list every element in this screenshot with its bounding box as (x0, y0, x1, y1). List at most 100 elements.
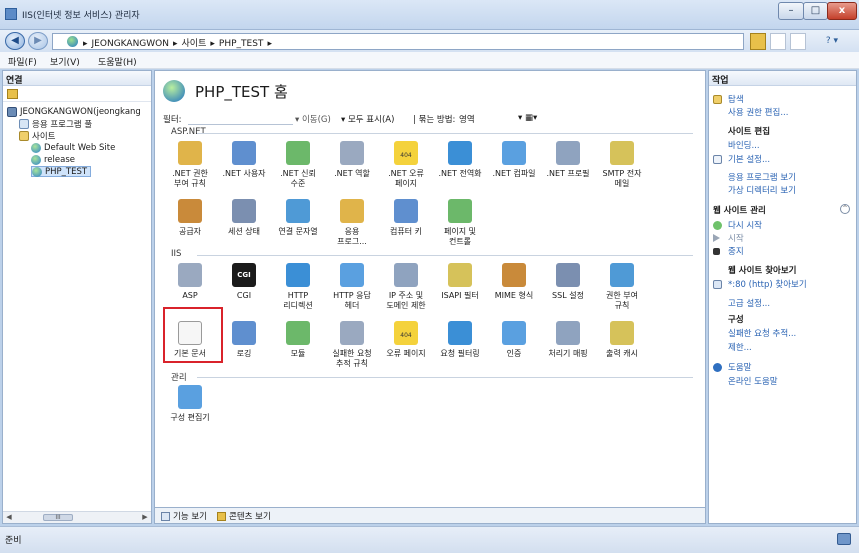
feature-icon (610, 321, 634, 345)
breadcrumb-item[interactable]: 사이트 (182, 39, 207, 49)
feature-item[interactable]: IP 주소 및 도메인 제한 (379, 263, 433, 311)
feature-item[interactable]: 요청 필터링 (433, 321, 487, 359)
feature-item[interactable]: .NET 신뢰 수준 (271, 141, 325, 189)
menu-help[interactable]: 도움말(H) (98, 55, 137, 68)
breadcrumb-separator-icon: ▸ (267, 39, 272, 49)
stop-icon[interactable] (770, 33, 786, 50)
feature-icon (394, 199, 418, 223)
scroll-right-icon[interactable]: ▶ (139, 512, 151, 523)
minimize-button[interactable]: – (778, 2, 804, 20)
breadcrumb-item[interactable]: JEONGKANGWON (92, 39, 169, 49)
scroll-left-icon[interactable]: ◀ (3, 512, 15, 523)
feature-label: 모듈 (290, 349, 306, 358)
breadcrumb-separator-icon: ▸ (210, 39, 215, 49)
feature-item[interactable]: 컴퓨터 키 (379, 199, 433, 237)
action-restart[interactable]: 다시 시작 (713, 219, 762, 231)
connect-icon[interactable] (750, 33, 766, 50)
filter-input[interactable] (188, 112, 293, 125)
action-browse-80[interactable]: *:80 (http) 찾아보기 (713, 278, 807, 290)
breadcrumb-item[interactable]: PHP_TEST (219, 39, 264, 49)
back-button[interactable]: ◀ (5, 32, 25, 50)
feature-item[interactable]: .NET 컴파일 (487, 141, 541, 179)
create-connection-icon[interactable] (7, 89, 18, 99)
feature-item[interactable]: 출력 캐시 (595, 321, 649, 359)
feature-item[interactable]: 페이지 및 컨트롤 (433, 199, 487, 247)
feature-item[interactable]: 로깅 (217, 321, 271, 359)
feature-item[interactable]: 인증 (487, 321, 541, 359)
feature-item[interactable]: .NET 사용자 (217, 141, 271, 179)
action-online-help[interactable]: 온라인 도움말 (728, 375, 778, 387)
action-edit-permissions[interactable]: 사용 권한 편집... (728, 106, 788, 118)
action-stop[interactable]: 중지 (713, 245, 744, 257)
feature-item[interactable]: .NET 프로필 (541, 141, 595, 179)
action-limits[interactable]: 제한... (728, 341, 752, 353)
feature-item[interactable]: 404 .NET 오류 페이지 (379, 141, 433, 189)
feature-item[interactable]: HTTP 리디렉션 (271, 263, 325, 311)
action-help[interactable]: 도움말 (713, 361, 751, 373)
feature-item[interactable]: 실패한 요청 추적 규칙 (325, 321, 379, 369)
feature-item[interactable]: 처리기 매핑 (541, 321, 595, 359)
close-button[interactable]: x (827, 2, 857, 20)
tree-item[interactable]: 응용 프로그램 풀 (19, 118, 92, 130)
view-mode-button[interactable]: ▾ ▦▾ (518, 113, 537, 123)
tree-item[interactable]: PHP_TEST (31, 166, 92, 177)
collapse-icon[interactable]: ^ (840, 204, 850, 214)
feature-item[interactable]: 모듈 (271, 321, 325, 359)
feature-item[interactable]: .NET 권한 부여 규칙 (163, 141, 217, 189)
home-icon[interactable] (790, 33, 806, 50)
tree-item[interactable]: release (31, 154, 75, 165)
feature-item[interactable]: .NET 역할 (325, 141, 379, 179)
horizontal-scrollbar[interactable]: ◀ III ▶ (3, 511, 151, 523)
help-dropdown-button[interactable]: ? ▾ (812, 33, 852, 50)
group-by-select[interactable]: 영역 (459, 113, 475, 125)
menu-file[interactable]: 파일(F) (8, 55, 37, 68)
tab-features-view[interactable]: 기능 보기 (161, 510, 207, 522)
tab-content-label: 콘텐츠 보기 (229, 512, 271, 522)
feature-item[interactable]: 응용 프로그... (325, 199, 379, 247)
action-start[interactable]: 시작 (713, 232, 744, 244)
features-view-icon (161, 511, 170, 521)
feature-item[interactable]: 공급자 (163, 199, 217, 237)
feature-item[interactable]: .NET 전역화 (433, 141, 487, 179)
group-by-label: | 묶는 방법: (413, 115, 456, 125)
show-all-button[interactable]: ▾ 모두 표시(A) (341, 113, 394, 125)
feature-label: 구성 편집기 (170, 413, 210, 422)
features-panel: PHP_TEST 홈 필터: ▾ 이동(G) ▾ 모두 표시(A) | 묶는 방… (154, 70, 706, 508)
tree-item[interactable]: 사이트 (19, 130, 55, 142)
feature-item[interactable]: SMTP 전자 메일 (595, 141, 649, 189)
site-icon (32, 166, 42, 177)
action-basic-settings[interactable]: 기본 설정... (713, 153, 770, 165)
feature-item[interactable]: 세션 상태 (217, 199, 271, 237)
settings-icon (713, 154, 722, 164)
feature-item[interactable]: CGI CGI (217, 263, 271, 301)
feature-item[interactable]: 연결 문자열 (271, 199, 325, 237)
section-header: ASP.NET (171, 127, 206, 137)
action-view-vdirs[interactable]: 가상 디렉터리 보기 (728, 184, 796, 196)
feature-item[interactable]: 구성 편집기 (163, 385, 217, 423)
tree-item[interactable]: JEONGKANGWON(jeongkang (7, 106, 141, 117)
feature-item[interactable]: 권한 부여 규칙 (595, 263, 649, 311)
forward-button[interactable]: ▶ (28, 32, 48, 50)
feature-item[interactable]: HTTP 응답 헤더 (325, 263, 379, 311)
action-view-apps[interactable]: 응용 프로그램 보기 (728, 171, 796, 183)
maximize-button[interactable]: □ (803, 2, 828, 20)
feature-item[interactable]: 404 오류 페이지 (379, 321, 433, 359)
go-button[interactable]: ▾ 이동(G) (295, 113, 331, 125)
feature-item[interactable]: MIME 형식 (487, 263, 541, 301)
feature-item[interactable]: ASP (163, 263, 217, 301)
feature-item[interactable]: ISAPI 필터 (433, 263, 487, 301)
tab-content-view[interactable]: 콘텐츠 보기 (217, 510, 271, 522)
tree-item[interactable]: Default Web Site (31, 142, 115, 153)
feature-label: .NET 신뢰 수준 (280, 169, 316, 188)
action-failed-request-tracing[interactable]: 실패한 요청 추적... (728, 327, 796, 339)
action-advanced-settings[interactable]: 고급 설정... (728, 297, 770, 309)
action-bindings[interactable]: 바인딩... (728, 139, 760, 151)
menu-view[interactable]: 보기(V) (50, 55, 80, 68)
feature-item[interactable]: SSL 설정 (541, 263, 595, 301)
action-explore[interactable]: 탐색 (713, 93, 744, 105)
breadcrumb[interactable]: ▸ JEONGKANGWON ▸ 사이트 ▸ PHP_TEST ▸ (52, 33, 744, 50)
page-title: PHP_TEST 홈 (163, 79, 288, 103)
scroll-thumb[interactable]: III (43, 514, 73, 521)
feature-label: IP 주소 및 도메인 제한 (386, 291, 426, 310)
tree-item-label: PHP_TEST (45, 166, 88, 177)
